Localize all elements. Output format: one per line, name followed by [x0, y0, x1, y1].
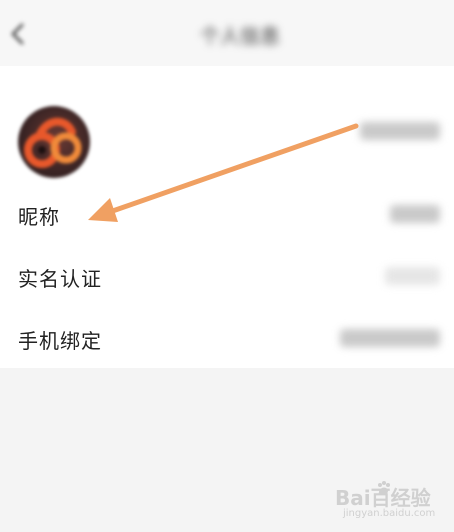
profile-screen: 个人信息 昵称 实名认证 手机绑定 Bai百经验 jingyan.baidu.c… [0, 0, 454, 532]
back-icon[interactable] [8, 22, 28, 46]
real-name-auth-row[interactable]: 实名认证 [0, 245, 454, 307]
avatar-row-value [360, 122, 440, 140]
watermark: Bai百经验 jingyan.baidu.com [335, 478, 445, 526]
watermark-sub-text: jingyan.baidu.com [343, 508, 436, 519]
paw-icon [375, 480, 393, 498]
top-bar: 个人信息 [0, 0, 454, 66]
profile-panel: 昵称 实名认证 手机绑定 [0, 66, 454, 368]
phone-binding-value [340, 329, 440, 347]
nickname-value [390, 205, 440, 223]
page-title: 个人信息 [200, 24, 280, 48]
real-name-auth-value [385, 267, 440, 285]
phone-binding-row[interactable]: 手机绑定 [0, 307, 454, 369]
nickname-label: 昵称 [18, 205, 60, 229]
real-name-auth-label: 实名认证 [18, 267, 102, 291]
phone-binding-label: 手机绑定 [18, 329, 102, 353]
nickname-row[interactable]: 昵称 [0, 183, 454, 245]
avatar-logo-icon [24, 117, 82, 168]
avatar-row[interactable] [0, 86, 454, 178]
avatar[interactable] [18, 106, 90, 178]
